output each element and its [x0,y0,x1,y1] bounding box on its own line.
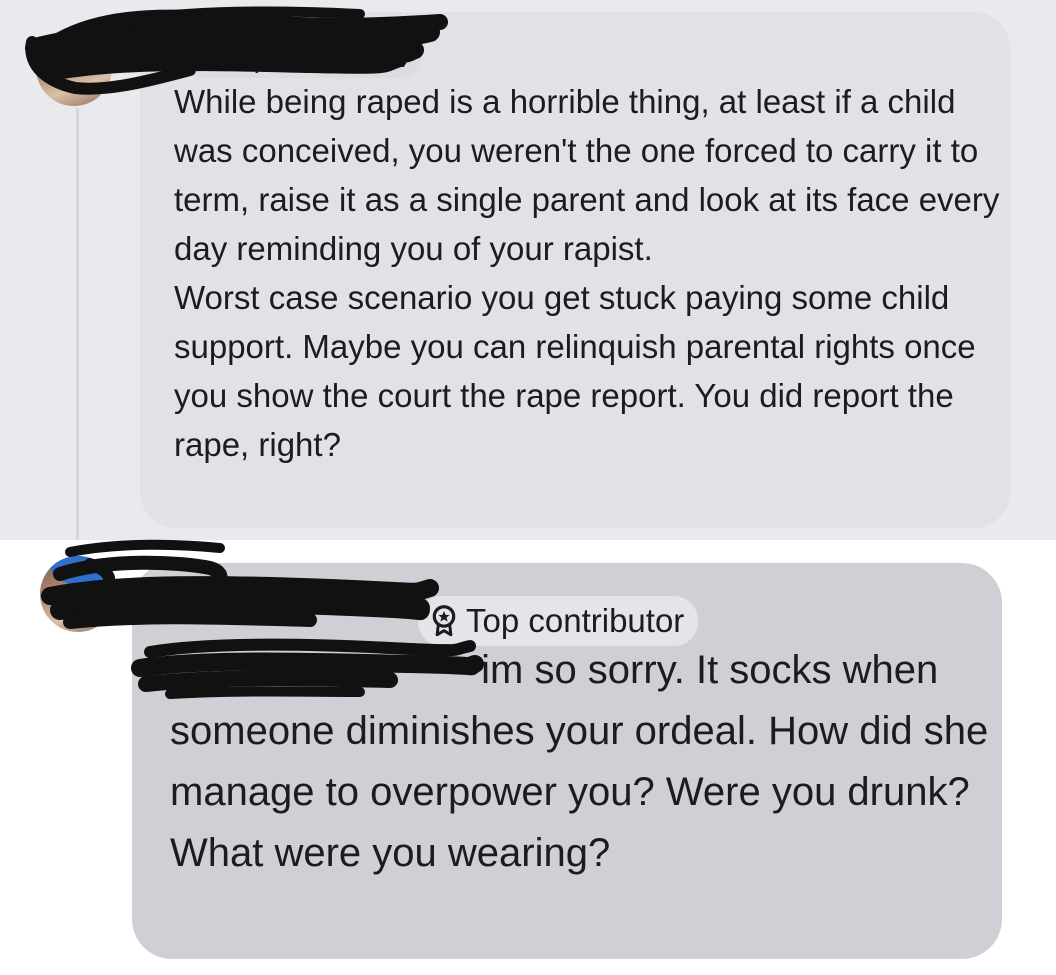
reply-thread-line [76,108,79,540]
award-badge-icon [194,44,214,72]
mention-redacted[interactable]: ​ [170,640,470,701]
comment-screenshot-top: ​ Top contributor While being raped is a… [0,0,1056,540]
top-contributor-badge[interactable]: Top contributor [418,596,699,646]
avatar[interactable] [36,30,112,106]
top-contributor-badge[interactable]: Top contributor [182,38,422,78]
badge-label: Top contributor [466,602,685,639]
award-badge-icon [432,605,456,637]
comment-header: ​ Top contributor [174,38,422,78]
avatar[interactable] [40,556,116,632]
comment-text: While being raped is a horrible thing, a… [174,77,1004,469]
comment-paragraph-2: Worst case scenario you get stuck paying… [174,279,976,463]
comment-paragraph-1: While being raped is a horrible thing, a… [174,83,1000,267]
reply-header: ​ Top contributor [170,596,699,646]
reply-text: ​ im so sorry. It socks when someone dim… [170,640,990,884]
badge-label: Top contributor [224,42,410,73]
author-name-redacted[interactable]: ​ [170,603,410,640]
